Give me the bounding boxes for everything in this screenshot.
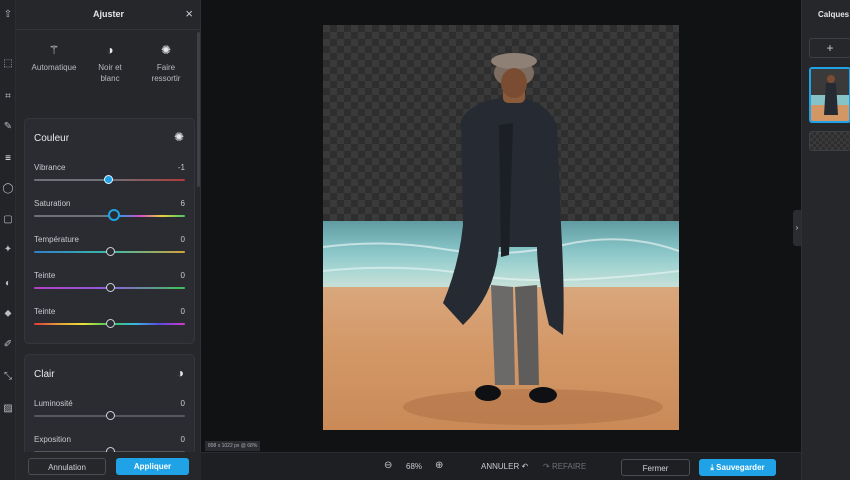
undo-label: ANNULER <box>481 462 520 471</box>
slider-thumb[interactable] <box>108 209 121 221</box>
slider-label: Vibrance <box>34 163 66 172</box>
sparkle-icon[interactable]: ✦ <box>0 241 16 257</box>
slider-label: Température <box>34 235 79 244</box>
edited-photo[interactable] <box>323 25 679 430</box>
redo-label: REFAIRE <box>551 462 587 471</box>
slider-value: 0 <box>180 307 185 316</box>
save-label: Sauvegarder <box>716 463 765 472</box>
slider-luminosite[interactable]: Luminosité 0 <box>34 399 185 429</box>
bottom-toolbar: ⊖ 68% ⊕ ANNULER ↶ ↷ REFAIRE Fermer ⤓ Sau… <box>201 452 801 480</box>
slider-value: 0 <box>180 399 185 408</box>
select-icon[interactable]: ⬚ <box>0 55 16 71</box>
adjust-icon[interactable]: ≡ <box>0 150 16 166</box>
section-title: Couleur <box>34 133 70 144</box>
preset-label: Faire ressortir <box>151 63 181 83</box>
slider-teinte-2[interactable]: Teinte 0 <box>34 307 185 337</box>
magic-wand-icon: ⚚ <box>48 43 60 57</box>
slider-label: Exposition <box>34 435 71 444</box>
contrast-icon: ◑ <box>106 43 114 57</box>
panel-title: Ajuster <box>92 9 124 19</box>
slider-value: 0 <box>180 435 185 444</box>
layer-thumbnail-background[interactable] <box>809 131 850 151</box>
layer-preview <box>811 69 849 121</box>
apply-button[interactable]: Appliquer <box>116 458 189 475</box>
preset-noir-et-blanc[interactable]: ◑ Noir et blanc <box>80 40 140 84</box>
retouch-icon[interactable]: ◐ <box>0 275 16 291</box>
preset-faire-ressortir[interactable]: ✺ Faire ressortir <box>136 40 196 84</box>
undo-button[interactable]: ANNULER ↶ <box>481 461 528 473</box>
slider-value: 0 <box>180 271 185 280</box>
sun-icon: ✺ <box>160 43 172 57</box>
collapse-layers-icon[interactable]: › <box>793 210 801 246</box>
contrast-icon: ◑ <box>176 366 184 380</box>
section-title: Clair <box>34 369 55 380</box>
brush-icon[interactable]: ✎ <box>0 118 16 134</box>
preset-label: Automatique <box>31 63 77 72</box>
frame-icon[interactable]: ▢ <box>0 211 16 227</box>
tool-rail: ⇧ ⬚ ⌗ ✎ ≡ ◯ ▢ ✦ ◐ ⬥ ✐ ⤡ ▨ <box>0 0 16 480</box>
panel-header: Ajuster × <box>16 0 201 30</box>
couleur-section: Couleur ✺ Vibrance -1 Saturation 6 Tempé… <box>24 118 195 344</box>
pen-icon[interactable]: ✐ <box>0 336 16 352</box>
slider-value: -1 <box>177 163 185 172</box>
save-button[interactable]: ⤓ Sauvegarder <box>699 459 776 476</box>
preset-label: Noir et blanc <box>98 63 122 83</box>
slider-vibrance[interactable]: Vibrance -1 <box>34 163 185 193</box>
redo-button[interactable]: ↷ REFAIRE <box>543 461 586 473</box>
slider-value: 6 <box>180 199 185 208</box>
layers-title: Calques <box>818 10 850 19</box>
slider-thumb[interactable] <box>105 247 115 256</box>
slider-temperature[interactable]: Température 0 <box>34 235 185 265</box>
circle-icon[interactable]: ◯ <box>0 180 16 196</box>
redo-icon: ↷ <box>543 462 550 471</box>
layers-panel: Calques + <box>801 0 850 480</box>
slider-label: Saturation <box>34 199 71 208</box>
layer-thumbnail-photo[interactable] <box>809 67 850 123</box>
panel-scrollbar[interactable] <box>197 32 200 187</box>
close-icon[interactable]: × <box>185 6 193 22</box>
close-button[interactable]: Fermer <box>621 459 690 476</box>
preset-automatique[interactable]: ⚚ Automatique <box>24 40 84 73</box>
slider-label: Teinte <box>34 307 56 316</box>
zoom-out-icon[interactable]: ⊖ <box>384 460 392 472</box>
pin-icon[interactable]: ⬥ <box>0 305 16 321</box>
canvas-dimensions: 898 x 1022 px @ 68% <box>205 441 261 451</box>
photo-editor: ⇧ ⬚ ⌗ ✎ ≡ ◯ ▢ ✦ ◐ ⬥ ✐ ⤡ ▨ Ajuster × ⚚ Au… <box>0 0 850 480</box>
slider-value: 0 <box>180 235 185 244</box>
upload-icon[interactable]: ⇧ <box>0 6 16 22</box>
slider-thumb[interactable] <box>103 175 113 184</box>
photo-subject <box>323 53 679 425</box>
slider-thumb[interactable] <box>105 411 115 420</box>
crop-icon[interactable]: ⌗ <box>0 88 16 104</box>
clair-section: Clair ◑ Luminosité 0 Exposition 0 <box>24 354 195 464</box>
transform-icon[interactable]: ⤡ <box>0 368 16 384</box>
cancel-button[interactable]: Annulation <box>28 458 106 475</box>
panel-footer: Annulation Appliquer <box>16 452 201 480</box>
download-icon: ⤓ <box>710 463 714 472</box>
slider-label: Luminosité <box>34 399 73 408</box>
adjust-presets: ⚚ Automatique ◑ Noir et blanc ✺ Faire re… <box>24 40 196 110</box>
zoom-level[interactable]: 68% <box>406 461 422 473</box>
slider-thumb[interactable] <box>105 283 115 292</box>
slider-teinte-1[interactable]: Teinte 0 <box>34 271 185 301</box>
adjust-panel: Ajuster × ⚚ Automatique ◑ Noir et blanc … <box>16 0 201 480</box>
slider-label: Teinte <box>34 271 56 280</box>
canvas-area: 898 x 1022 px @ 68% › <box>201 0 801 452</box>
slider-thumb[interactable] <box>105 319 115 328</box>
undo-icon: ↶ <box>521 462 529 471</box>
slider-saturation[interactable]: Saturation 6 <box>34 199 185 229</box>
zoom-in-icon[interactable]: ⊕ <box>435 460 443 472</box>
add-layer-button[interactable]: + <box>809 38 850 58</box>
texture-icon[interactable]: ▨ <box>0 400 16 416</box>
color-wheel-icon: ✺ <box>173 130 184 144</box>
